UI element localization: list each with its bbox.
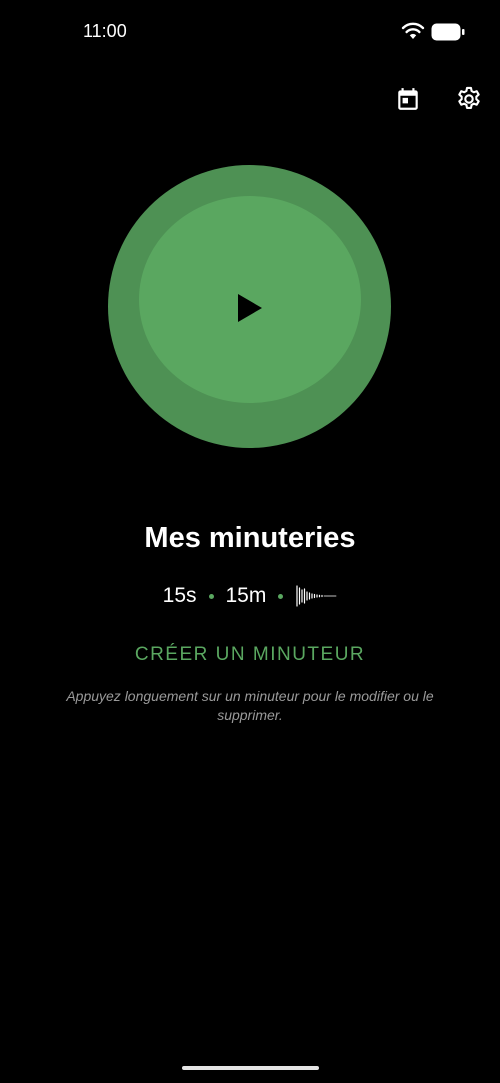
- gear-icon: [458, 86, 480, 110]
- home-indicator[interactable]: [182, 1066, 319, 1070]
- timer-button[interactable]: [108, 165, 391, 448]
- page-title: Mes minuteries: [144, 522, 356, 554]
- preset-15s[interactable]: 15s: [163, 584, 197, 608]
- sound-wave-icon[interactable]: [295, 584, 337, 608]
- calendar-button[interactable]: [393, 84, 423, 114]
- settings-button[interactable]: [454, 84, 484, 114]
- status-time: 11:00: [83, 21, 127, 41]
- hint-text: Appuyez longuement sur un minuteur pour …: [66, 688, 434, 723]
- separator-dot: [278, 593, 284, 599]
- preset-15m[interactable]: 15m: [226, 584, 267, 608]
- battery-icon: [431, 23, 465, 41]
- wifi-icon: [401, 22, 425, 39]
- play-icon: [238, 294, 262, 322]
- preset-list: 15s 15m: [0, 584, 500, 608]
- separator-dot: [208, 593, 214, 599]
- status-bar: 11:00: [0, 0, 500, 64]
- create-timer-button[interactable]: CRÉER UN MINUTEUR: [0, 644, 500, 666]
- calendar-icon: [398, 88, 418, 110]
